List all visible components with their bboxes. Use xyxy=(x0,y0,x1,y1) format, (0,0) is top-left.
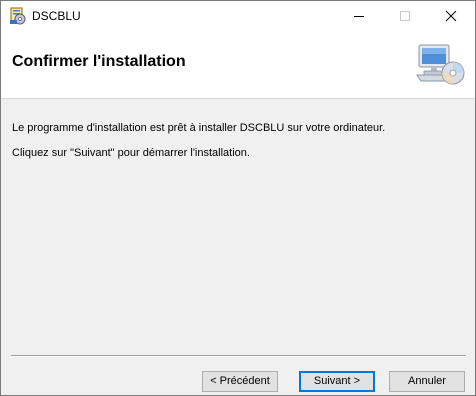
instruction-message: Cliquez sur "Suivant" pour démarrer l'in… xyxy=(12,147,250,159)
installer-window: DSCBLU Confirmer l'installation Le progr… xyxy=(0,0,476,396)
previous-button[interactable]: < Précédent xyxy=(202,371,278,392)
window-title: DSCBLU xyxy=(32,9,81,23)
maximize-button[interactable] xyxy=(382,1,428,31)
footer-separator-highlight xyxy=(11,356,466,357)
page-title: Confirmer l'installation xyxy=(12,53,186,70)
minimize-button[interactable] xyxy=(336,1,382,31)
content-area: Le programme d'installation est prêt à i… xyxy=(1,99,475,355)
cancel-button[interactable]: Annuler xyxy=(389,371,465,392)
next-button[interactable]: Suivant > xyxy=(299,371,375,392)
title-bar[interactable]: DSCBLU xyxy=(1,1,475,31)
close-button[interactable] xyxy=(428,1,474,31)
ready-message: Le programme d'installation est prêt à i… xyxy=(12,122,386,134)
header-banner: Confirmer l'installation xyxy=(1,31,475,99)
installer-app-icon xyxy=(9,7,27,25)
maximize-icon xyxy=(400,11,410,21)
close-icon xyxy=(445,10,457,22)
minimize-icon xyxy=(354,16,364,17)
computer-cd-icon xyxy=(415,41,465,89)
